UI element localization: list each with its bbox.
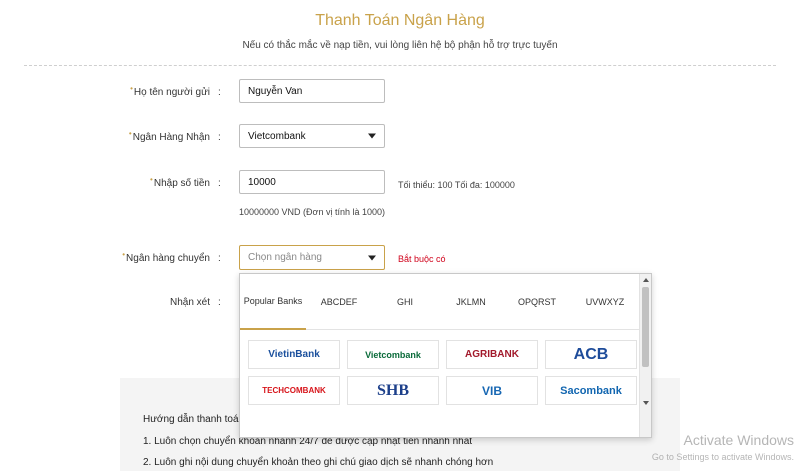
bank-tabs: Popular Banks ABCDEF GHI JKLMN OPQRST UV…: [240, 274, 640, 330]
sending-bank-select[interactable]: Chọn ngân hàng: [239, 245, 385, 270]
sender-name-label: •Họ tên người gửi: [130, 84, 210, 98]
sender-name-input[interactable]: Nguyễn Van: [239, 79, 385, 103]
tab-uvwxyz[interactable]: UVWXYZ: [570, 274, 640, 330]
colon: :: [218, 297, 221, 308]
required-dot-icon: •: [128, 129, 132, 138]
activate-windows-watermark: Activate Windows: [683, 432, 794, 448]
colon: :: [218, 87, 221, 98]
receiving-bank-select[interactable]: Vietcombank: [239, 124, 385, 148]
tab-jklmn[interactable]: JKLMN: [438, 274, 504, 330]
bank-option-vietinbank[interactable]: VietinBank: [248, 340, 340, 369]
bank-option-sacombank[interactable]: Sacombank: [545, 376, 637, 405]
scrollbar-thumb[interactable]: [642, 287, 649, 367]
guide-line: 2. Luôn ghi nội dung chuyển khoản theo g…: [143, 457, 494, 468]
tab-ghi[interactable]: GHI: [372, 274, 438, 330]
bank-option-shb[interactable]: SHB: [347, 376, 439, 405]
activate-windows-hint: Go to Settings to activate Windows.: [651, 452, 794, 462]
amount-converted-note: 10000000 VND (Đơn vị tính là 1000): [239, 207, 385, 217]
chevron-down-icon: [368, 133, 376, 139]
guide-heading: Hướng dẫn thanh toá: [143, 414, 239, 425]
colon: :: [218, 132, 221, 143]
bank-dropdown: Popular Banks ABCDEF GHI JKLMN OPQRST UV…: [239, 273, 652, 438]
bank-option-vietcombank[interactable]: Vietcombank: [347, 340, 439, 369]
receiving-bank-label: •Ngân Hàng Nhận: [128, 129, 210, 143]
required-note: Bắt buộc có: [398, 254, 446, 264]
required-dot-icon: •: [122, 250, 126, 259]
bank-option-agribank[interactable]: AGRIBANK: [446, 340, 538, 369]
sending-bank-label: •Ngân hàng chuyển: [122, 250, 210, 264]
comment-label: Nhận xét: [169, 297, 210, 308]
colon: :: [218, 253, 221, 264]
amount-label: •Nhập số tiền: [150, 175, 210, 189]
bank-option-techcombank[interactable]: TECHCOMBANK: [248, 376, 340, 405]
chevron-down-icon: [368, 255, 376, 260]
page-subtitle: Nếu có thắc mắc về nạp tiền, vui lòng li…: [242, 40, 558, 51]
colon: :: [218, 178, 221, 189]
required-dot-icon: •: [150, 175, 153, 184]
page-title: Thanh Toán Ngân Hàng: [315, 12, 485, 29]
dropdown-scrollbar[interactable]: [639, 274, 651, 437]
tab-abcdef[interactable]: ABCDEF: [306, 274, 372, 330]
tab-opqrst[interactable]: OPQRST: [504, 274, 570, 330]
bank-option-acb[interactable]: ACB: [545, 340, 637, 369]
amount-limit-note: Tối thiểu: 100 Tối đa: 100000: [398, 180, 515, 190]
scroll-down-icon[interactable]: [643, 401, 649, 405]
amount-input[interactable]: 10000: [239, 170, 385, 194]
required-dot-icon: •: [130, 84, 133, 93]
tab-popular-banks[interactable]: Popular Banks: [240, 274, 306, 330]
header-divider: [24, 65, 776, 66]
scroll-up-icon[interactable]: [643, 278, 649, 282]
bank-option-vib[interactable]: VIB: [446, 376, 538, 405]
